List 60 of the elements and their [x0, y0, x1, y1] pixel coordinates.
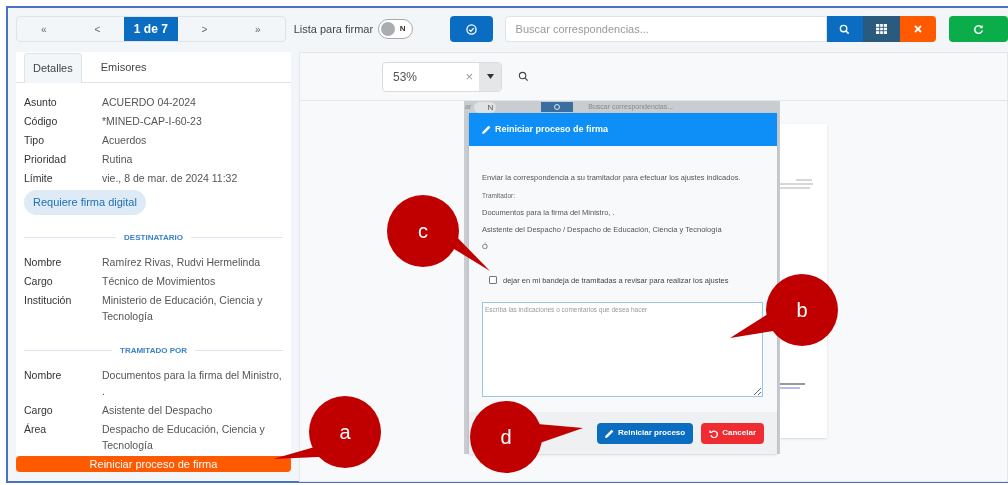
close-icon	[913, 25, 922, 33]
restart-signing-button[interactable]: Reiniciar proceso de firma	[16, 455, 291, 472]
refresh-icon	[972, 23, 984, 35]
checkbox[interactable]	[489, 276, 497, 285]
toggle-label: Lista para firmar	[293, 21, 374, 37]
zoom-select[interactable]: 53% ×	[382, 61, 502, 92]
field-label: Institución	[24, 292, 73, 308]
pager-button[interactable]: »	[231, 17, 285, 41]
search-button[interactable]	[826, 16, 864, 42]
field-value: *MINED-CAP-I-60-23	[102, 114, 203, 129]
toggle-switch[interactable]: N	[378, 19, 413, 39]
search-icon[interactable]	[518, 71, 529, 82]
tab[interactable]: Detalles	[24, 53, 82, 83]
badge: Requiere firma digital	[24, 190, 146, 215]
caret-icon[interactable]	[486, 74, 494, 79]
clear-icon[interactable]: ×	[465, 66, 473, 87]
restart-button[interactable]: Reiniciar proceso	[597, 422, 694, 444]
search-icon	[839, 23, 851, 35]
callout-label: a	[338, 420, 352, 445]
field-value: Documentos para la firma del Ministro, .	[102, 367, 283, 399]
callout-label: c	[417, 219, 429, 244]
field-label: Límite	[24, 171, 54, 186]
tab[interactable]: Emisores	[81, 52, 166, 82]
field-label: Asunto	[24, 95, 58, 110]
section-heading: TRAMITADO POR	[120, 344, 187, 357]
pager-button[interactable]: «	[17, 17, 71, 41]
refresh-button[interactable]	[948, 16, 1008, 42]
grid-icon	[875, 24, 887, 34]
pager-button[interactable]: >	[177, 17, 232, 41]
undo-icon	[709, 428, 719, 438]
pencil-icon	[605, 428, 615, 438]
callout-label: b	[795, 298, 809, 323]
field-label: Cargo	[24, 402, 54, 418]
section-heading: DESTINATARIO	[124, 231, 183, 244]
pager-button[interactable]: 1 de 7	[124, 17, 178, 41]
search-field[interactable]: Buscar correspondencias...	[504, 16, 827, 42]
field-value: Ramírez Rivas, Rudvi Hermelinda	[102, 254, 262, 270]
confirm-button[interactable]	[449, 16, 493, 42]
pencil-icon	[482, 125, 491, 134]
grid-view-button[interactable]	[863, 16, 900, 42]
field-label: Nombre	[24, 254, 63, 270]
field-value: Acuerdos	[102, 133, 148, 148]
field-label: Área	[24, 421, 48, 437]
callout-label: d	[499, 425, 513, 450]
field-value: Rutina	[102, 152, 134, 167]
field-label: Cargo	[24, 273, 54, 289]
field-label: Nombre	[24, 367, 63, 383]
field-value: Despacho de Educación, Ciencia y Tecnología	[102, 421, 266, 453]
field-label: Código	[24, 114, 59, 129]
dialog-title: Reiniciar proceso de firma	[495, 122, 609, 136]
field-value: vie., 8 de mar. de 2024 11:32	[102, 171, 239, 186]
field-value: Asistente del Despacho	[102, 402, 214, 418]
field-value: ACUERDO 04-2024	[102, 95, 197, 110]
field-value: Técnico de Movimientos	[102, 273, 217, 289]
field-value: Ministerio de Educación, Ciencia y Tecnología	[102, 292, 264, 324]
clear-button[interactable]	[899, 16, 936, 42]
field-label: Prioridad	[24, 152, 68, 167]
pager-button[interactable]: <	[70, 17, 125, 41]
cancel-button[interactable]: Cancelar	[701, 422, 764, 444]
field-label: Tipo	[24, 133, 46, 148]
